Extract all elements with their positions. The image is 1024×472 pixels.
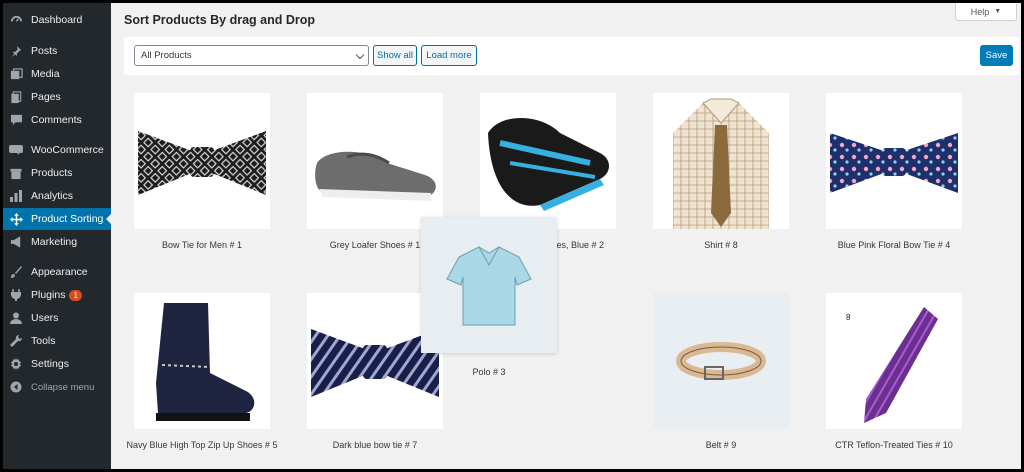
sidebar-item-dashboard[interactable]: Dashboard [3, 9, 111, 31]
product-image-polo [446, 246, 532, 326]
product-label: Dark blue bow tie # 7 [332, 440, 418, 450]
product-card[interactable]: 8 CTR Teflon-Treated Ties # 10 [826, 293, 962, 450]
sidebar-item-settings[interactable]: Settings [3, 353, 111, 375]
product-image-orienteering-shoes [480, 93, 616, 229]
megaphone-icon [9, 235, 23, 249]
chevron-down-icon [355, 50, 365, 60]
product-label: Blue Pink Floral Bow Tie # 4 [837, 240, 951, 250]
product-card[interactable]: Belt # 9 [653, 293, 789, 450]
pages-icon [9, 90, 23, 104]
product-image-purple-tie: 8 [826, 293, 962, 429]
load-more-button[interactable]: Load more [421, 45, 477, 66]
show-all-button[interactable]: Show all [373, 45, 417, 66]
caret-down-icon: ▼ [994, 8, 1002, 15]
admin-sidebar: Dashboard Posts Media Pages Comments Woo… [3, 3, 112, 469]
user-icon [9, 311, 23, 325]
product-card[interactable]: orienteering shoes, Blue # 2 [480, 93, 616, 250]
page-title: Sort Products By drag and Drop [124, 13, 315, 27]
product-image-floral-bow-tie [826, 93, 962, 229]
paintbrush-icon [9, 265, 23, 279]
sidebar-item-woocommerce[interactable]: WooCommerce [3, 139, 111, 161]
sidebar-item-posts[interactable]: Posts [3, 40, 111, 62]
archive-icon [9, 166, 23, 180]
sidebar-item-tools[interactable]: Tools [3, 330, 111, 352]
plugins-update-badge: 1 [69, 289, 82, 301]
move-icon [9, 212, 23, 226]
product-label: CTR Teflon-Treated Ties # 10 [835, 440, 953, 450]
collapse-menu-button[interactable]: Collapse menu [3, 376, 111, 398]
product-image-belt [653, 293, 789, 429]
sidebar-item-users[interactable]: Users [3, 307, 111, 329]
sidebar-item-appearance[interactable]: Appearance [3, 261, 111, 283]
sidebar-item-pages[interactable]: Pages [3, 86, 111, 108]
app-frame: Dashboard Posts Media Pages Comments Woo… [3, 3, 1021, 469]
corner-number: 8 [846, 313, 851, 322]
dragging-product-card[interactable] [421, 217, 557, 353]
plugin-icon [9, 288, 23, 302]
dragging-product-label: Polo # 3 [472, 367, 506, 377]
settings-icon [9, 357, 23, 371]
product-filter-select[interactable]: All Products [134, 45, 369, 66]
sidebar-item-analytics[interactable]: Analytics [3, 185, 111, 207]
media-icon [9, 67, 23, 81]
dashboard-icon [9, 13, 23, 27]
main-content: Sort Products By drag and Drop Help ▼ Al… [111, 3, 1021, 469]
sidebar-item-product-sorting[interactable]: Product Sorting [3, 208, 112, 230]
product-image-bow-tie [134, 93, 270, 229]
product-card[interactable]: Navy Blue High Top Zip Up Shoes # 5 [127, 293, 277, 450]
comment-icon [9, 113, 23, 127]
product-image-navy-boots [134, 293, 270, 429]
wrench-icon [9, 334, 23, 348]
woocommerce-icon [9, 143, 23, 157]
product-image-shirt [653, 93, 789, 229]
product-card[interactable]: Shirt # 8 [653, 93, 789, 250]
product-card[interactable]: Grey Loafer Shoes # 1 [307, 93, 443, 250]
help-tab[interactable]: Help ▼ [955, 3, 1017, 21]
product-card[interactable]: Blue Pink Floral Bow Tie # 4 [826, 93, 962, 250]
pin-icon [9, 44, 23, 58]
bar-chart-icon [9, 189, 23, 203]
sidebar-item-media[interactable]: Media [3, 63, 111, 85]
sort-toolbar: All Products Show all Load more Save [124, 37, 1019, 75]
collapse-icon [9, 380, 23, 394]
product-image-loafer [307, 93, 443, 229]
sidebar-item-comments[interactable]: Comments [3, 109, 111, 131]
sidebar-item-products[interactable]: Products [3, 162, 111, 184]
save-button[interactable]: Save [980, 45, 1013, 66]
sidebar-item-plugins[interactable]: Plugins 1 [3, 284, 111, 306]
product-card[interactable]: Bow Tie for Men # 1 [134, 93, 270, 250]
